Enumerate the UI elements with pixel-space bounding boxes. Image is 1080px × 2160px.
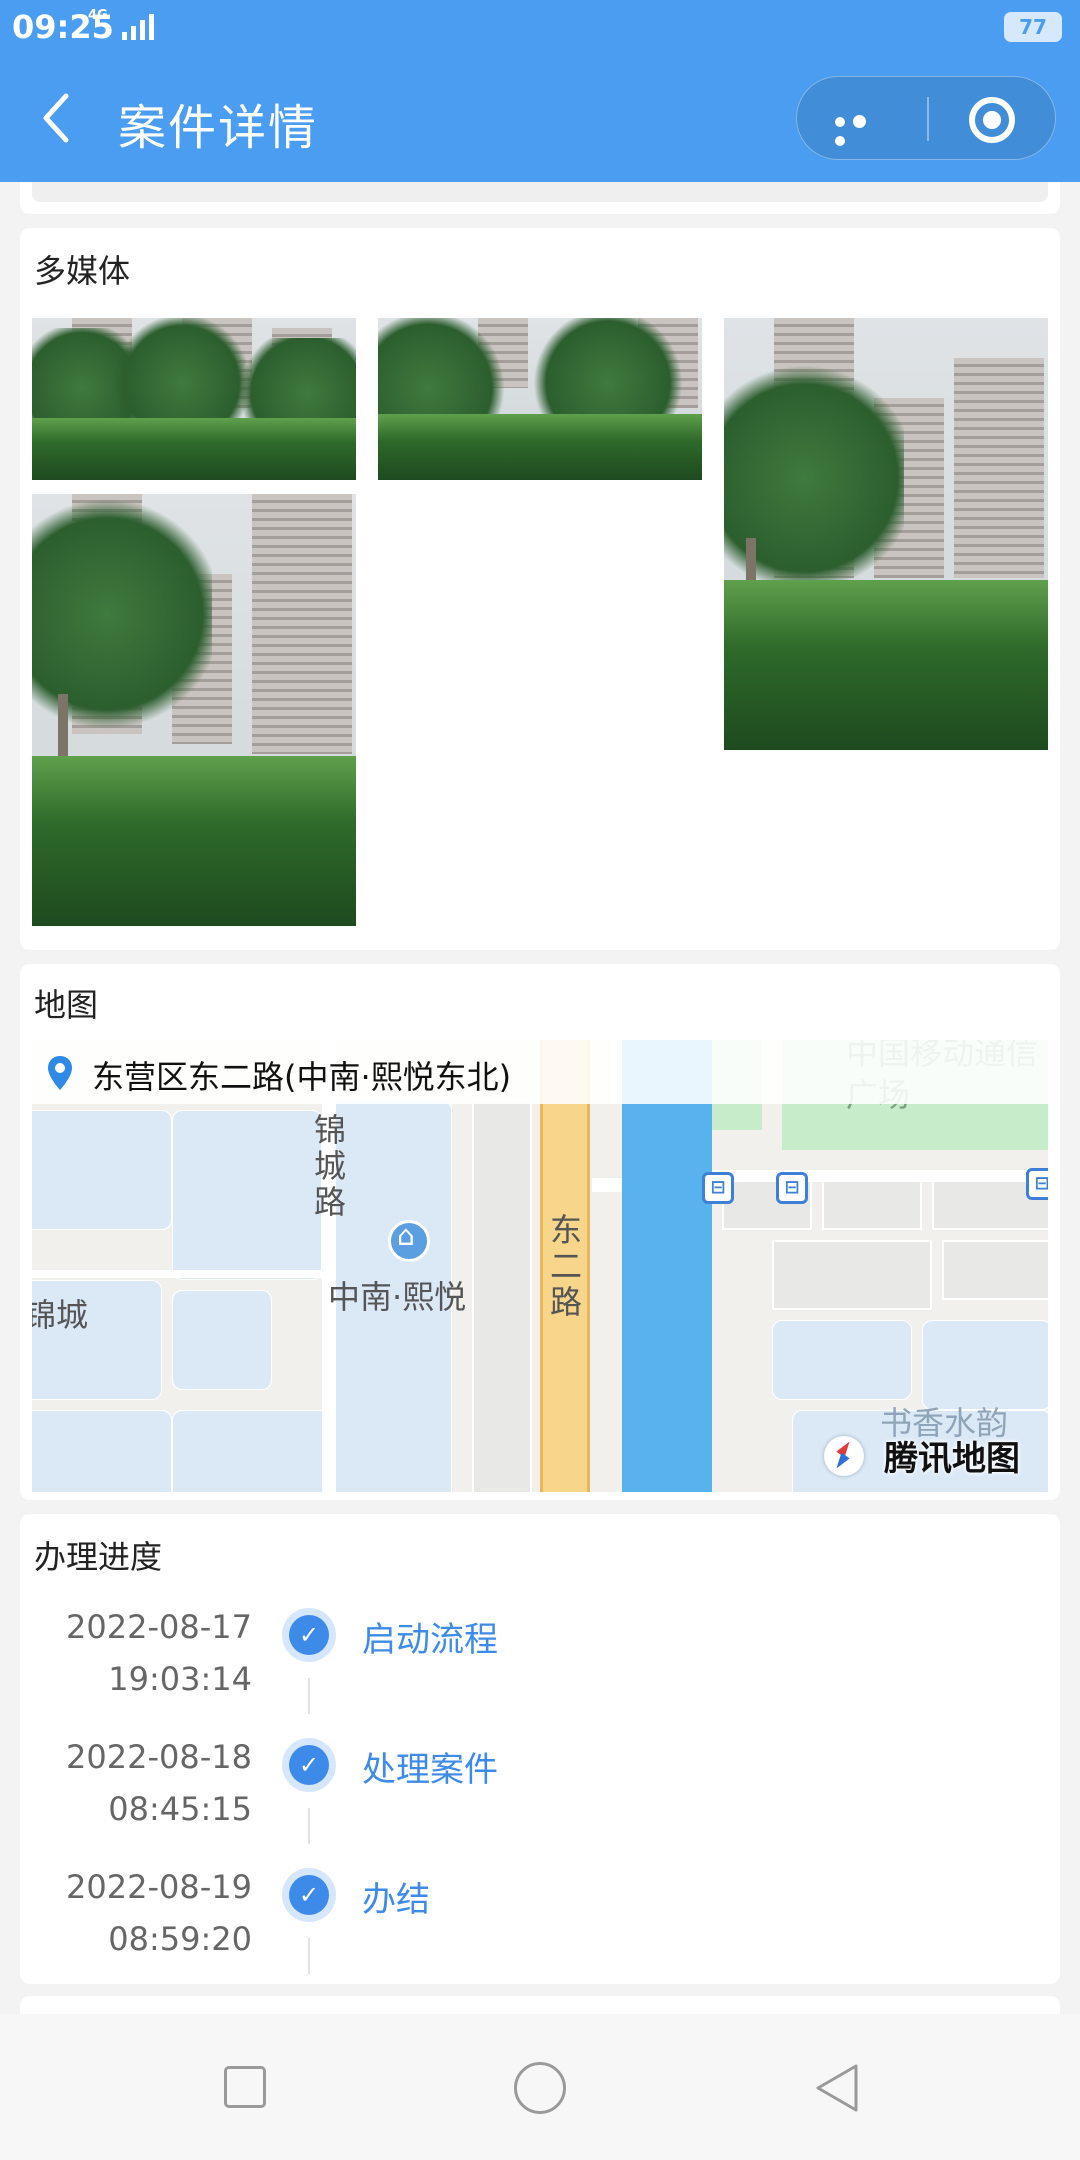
map-title: 地图 — [34, 986, 99, 1024]
home-circle-icon[interactable] — [514, 2062, 566, 2114]
step-date: 2022-08-19 — [66, 1868, 252, 1906]
chevron-left-icon[interactable] — [38, 92, 78, 144]
back-triangle-icon[interactable] — [812, 2062, 864, 2114]
map-label-area: 锦城 — [32, 1296, 89, 1334]
step-date: 2022-08-17 — [66, 1608, 252, 1646]
timeline-connector — [308, 1678, 310, 1714]
step-time: 08:45:15 — [108, 1790, 252, 1828]
progress-title: 办理进度 — [34, 1538, 163, 1576]
map-label-road1: 锦城路 — [313, 1111, 346, 1221]
step-label: 启动流程 — [362, 1620, 498, 1660]
river — [622, 1040, 712, 1492]
bus-stop-icon: ⊟ — [702, 1172, 734, 1204]
step-time: 19:03:14 — [108, 1660, 252, 1698]
system-nav-bar — [0, 2014, 1080, 2160]
battery-icon: 77 — [1004, 12, 1062, 42]
check-circle-icon: ✓ — [282, 1738, 336, 1792]
step-label: 处理案件 — [362, 1750, 498, 1790]
step-time: 08:59:20 — [108, 1920, 252, 1958]
progress-step: 2022-08-19 08:59:20 ✓ 办结 — [20, 1868, 1060, 1998]
signal-icon — [122, 14, 154, 40]
photo-3[interactable] — [724, 318, 1048, 750]
previous-card — [20, 182, 1060, 214]
media-card: 多媒体 — [20, 228, 1060, 950]
photo-1[interactable] — [32, 318, 356, 480]
mini-program-capsule — [796, 76, 1056, 160]
map-label-poi: 中南·熙悦 — [328, 1278, 467, 1316]
more-dots-icon[interactable] — [835, 111, 891, 146]
target-icon[interactable] — [969, 97, 1015, 143]
location-bar: 东营区东二路(中南·熙悦东北) — [32, 1040, 1048, 1104]
network-type: 4G — [88, 8, 108, 23]
map-card: 地图 ⊟ ⊟ ⊟ 锦城路 中南·熙悦 东二路 锦城 — [20, 964, 1060, 1500]
status-bar: 09:25 4G 77 — [0, 0, 1080, 56]
check-circle-icon: ✓ — [282, 1868, 336, 1922]
location-text: 东营区东二路(中南·熙悦东北) — [92, 1058, 512, 1096]
photo-4[interactable] — [32, 494, 356, 926]
capsule-divider — [927, 97, 929, 141]
bus-stop-icon: ⊟ — [1026, 1168, 1048, 1200]
progress-card: 办理进度 2022-08-17 19:03:14 ✓ 启动流程 2022-08-… — [20, 1514, 1060, 1984]
media-title: 多媒体 — [34, 252, 131, 290]
map-view[interactable]: ⊟ ⊟ ⊟ 锦城路 中南·熙悦 东二路 锦城 中国移动通信广场 书香水韵 东营区… — [32, 1040, 1048, 1492]
home-poi-icon — [388, 1219, 430, 1262]
timeline-connector — [308, 1938, 310, 1974]
map-label-road2: 东二路 — [549, 1211, 582, 1321]
map-watermark: 腾讯地图 — [884, 1439, 1020, 1479]
page-title: 案件详情 — [118, 100, 319, 156]
location-pin-icon — [48, 1056, 72, 1090]
timeline-connector — [308, 1808, 310, 1844]
step-label: 办结 — [362, 1880, 430, 1920]
progress-step: 2022-08-18 08:45:15 ✓ 处理案件 — [20, 1738, 1060, 1868]
step-date: 2022-08-18 — [66, 1738, 252, 1776]
progress-step: 2022-08-17 19:03:14 ✓ 启动流程 — [20, 1608, 1060, 1738]
bus-stop-icon: ⊟ — [776, 1172, 808, 1204]
app-header: 09:25 4G 77 案件详情 — [0, 0, 1080, 182]
recents-square-icon[interactable] — [224, 2066, 266, 2108]
photo-2[interactable] — [378, 318, 702, 480]
compass-icon — [824, 1436, 864, 1476]
check-circle-icon: ✓ — [282, 1608, 336, 1662]
